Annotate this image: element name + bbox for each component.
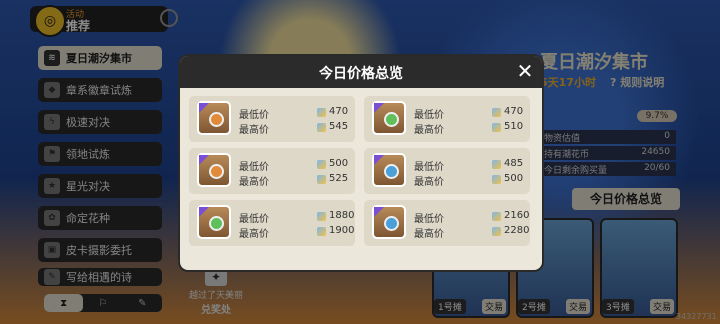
coin-icon: [492, 123, 501, 132]
min-price-value: 470: [329, 106, 349, 117]
max-price-label: 最高价: [414, 125, 444, 136]
chest-icon: [197, 153, 231, 187]
min-price-label: 最低价: [414, 162, 444, 173]
coin-icon: [492, 108, 501, 117]
coin-icon: [317, 123, 326, 132]
coin-icon: [492, 227, 501, 236]
price-card: 最低价最高价 500 525: [189, 148, 355, 194]
price-overview-modal: 今日价格总览 ✕ 最低价 最高价 470 545 最低价 最高价 470 510 最低价 最高价 5…: [180, 56, 542, 270]
gem-icon: [209, 164, 224, 179]
min-price-label: 最低价: [414, 110, 444, 121]
chest-icon: [372, 205, 406, 239]
gem-icon: [384, 112, 399, 127]
coin-icon: [492, 160, 501, 169]
min-price-value: 500: [329, 158, 349, 169]
gem-icon: [209, 216, 224, 231]
gem-icon: [384, 164, 399, 179]
price-card: 最低价最高价 1880 1900: [189, 200, 355, 246]
max-price-label: 最高价: [239, 125, 269, 136]
chest-icon: [372, 101, 406, 135]
price-card: 最低价最高价 2160 2280: [364, 200, 530, 246]
max-price-value: 1900: [329, 225, 355, 236]
chest-icon: [372, 153, 406, 187]
max-price-value: 500: [504, 173, 524, 184]
close-icon[interactable]: ✕: [514, 60, 536, 82]
min-price-value: 485: [504, 158, 524, 169]
coin-icon: [317, 108, 326, 117]
max-price-value: 2280: [504, 225, 530, 236]
max-price-label: 最高价: [414, 229, 444, 240]
max-price-label: 最高价: [239, 177, 269, 188]
gem-icon: [209, 112, 224, 127]
coin-icon: [317, 212, 326, 221]
coin-icon: [317, 175, 326, 184]
price-card: 最低价最高价 470 545: [189, 96, 355, 142]
max-price-value: 525: [329, 173, 349, 184]
max-price-value: 510: [504, 121, 524, 132]
min-price-value: 2160: [504, 210, 530, 221]
max-price-value: 545: [329, 121, 349, 132]
min-price-label: 最低价: [239, 110, 269, 121]
min-price-label: 最低价: [239, 162, 269, 173]
max-price-label: 最高价: [239, 229, 269, 240]
min-price-value: 470: [504, 106, 524, 117]
gem-icon: [384, 216, 399, 231]
price-card: 最低价最高价 485 500: [364, 148, 530, 194]
modal-title: 今日价格总览: [319, 66, 403, 82]
chest-icon: [197, 205, 231, 239]
coin-icon: [317, 227, 326, 236]
min-price-value: 1880: [329, 210, 355, 221]
min-price-label: 最低价: [239, 214, 269, 225]
max-price-label: 最高价: [414, 177, 444, 188]
price-card: 最低价最高价 470 510: [364, 96, 530, 142]
min-price-label: 最低价: [414, 214, 444, 225]
coin-icon: [492, 212, 501, 221]
coin-icon: [492, 175, 501, 184]
coin-icon: [317, 160, 326, 169]
chest-icon: [197, 101, 231, 135]
